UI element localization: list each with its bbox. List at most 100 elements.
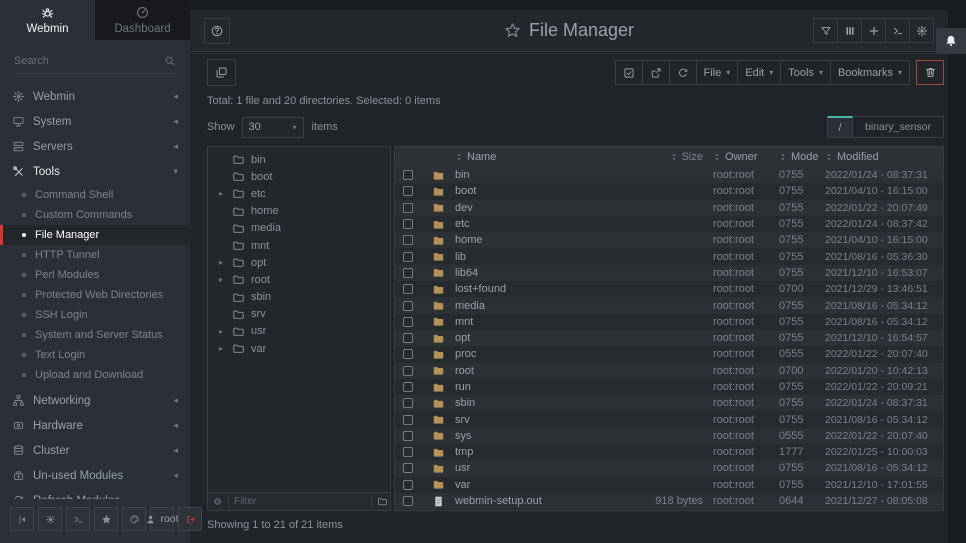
file-name[interactable]: lost+found	[455, 283, 613, 295]
row-checkbox[interactable]	[403, 447, 413, 457]
menu-tools[interactable]: Tools▾	[780, 60, 831, 85]
sidebar-item-servers[interactable]: Servers◂	[0, 134, 190, 159]
user-button[interactable]: root	[150, 507, 174, 531]
row-checkbox[interactable]	[403, 415, 413, 425]
caret-right-icon[interactable]: ▸	[216, 275, 226, 284]
row-checkbox[interactable]	[403, 317, 413, 327]
table-row[interactable]: usrroot:root07552021/08/16 - 05:34:12	[395, 460, 943, 476]
notifications-button[interactable]	[936, 28, 966, 54]
tab-webmin[interactable]: Webmin	[0, 0, 95, 40]
column-header-size[interactable]: Size	[613, 151, 713, 163]
file-name[interactable]: run	[455, 381, 613, 393]
funnel-button[interactable]	[813, 18, 838, 43]
file-name[interactable]: etc	[455, 218, 613, 230]
file-name[interactable]: opt	[455, 332, 613, 344]
file-name[interactable]: var	[455, 479, 613, 491]
table-row[interactable]: sbinroot:root07552022/01/24 - 08:37:31	[395, 395, 943, 411]
refresh-button[interactable]	[669, 60, 697, 85]
file-name[interactable]: root	[455, 365, 613, 377]
clear-filter-icon[interactable]	[212, 496, 223, 507]
sidebar-item-cluster[interactable]: Cluster◂	[0, 438, 190, 463]
file-name[interactable]: boot	[455, 185, 613, 197]
row-checkbox[interactable]	[403, 235, 413, 245]
row-checkbox[interactable]	[403, 268, 413, 278]
menu-edit[interactable]: Edit▾	[737, 60, 781, 85]
column-header-modified[interactable]: Modified	[825, 151, 943, 163]
file-name[interactable]: lib	[455, 251, 613, 263]
file-name[interactable]: usr	[455, 462, 613, 474]
row-checkbox[interactable]	[403, 203, 413, 213]
sidebar-item-system[interactable]: System◂	[0, 109, 190, 134]
row-checkbox[interactable]	[403, 480, 413, 490]
sidebar-item-un-used-modules[interactable]: Un-used Modules◂	[0, 463, 190, 488]
search-input[interactable]	[14, 55, 164, 67]
table-row[interactable]: procroot:root05552022/01/22 - 20:07:40	[395, 346, 943, 362]
tree-item-etc[interactable]: ▸etc	[208, 185, 390, 202]
caret-right-icon[interactable]: ▸	[216, 189, 226, 198]
per-page-select[interactable]: 30 ▾	[242, 117, 304, 138]
column-header-owner[interactable]: Owner	[713, 151, 779, 163]
sidebar-item-refresh-modules[interactable]: Refresh Modules	[0, 488, 190, 499]
table-row[interactable]: homeroot:root07552021/04/10 - 16:15:00	[395, 232, 943, 248]
table-row[interactable]: mediaroot:root07552021/08/16 - 05:34:12	[395, 297, 943, 313]
logout-button[interactable]	[178, 507, 202, 531]
table-row[interactable]: webmin-setup.out918 bytesroot:root064420…	[395, 493, 943, 509]
duplicate-tab-button[interactable]	[207, 59, 236, 86]
table-row[interactable]: tmproot:root17772022/01/25 - 10:00:03	[395, 444, 943, 460]
table-row[interactable]: srvroot:root07552021/08/16 - 05:34:12	[395, 411, 943, 427]
palette-button[interactable]	[122, 507, 146, 531]
table-row[interactable]: optroot:root07552021/12/10 - 16:54:57	[395, 330, 943, 346]
folder-toggle-icon[interactable]	[371, 496, 388, 507]
file-name[interactable]: lib64	[455, 267, 613, 279]
plus-button[interactable]	[861, 18, 886, 43]
select-button[interactable]	[615, 60, 643, 85]
row-checkbox[interactable]	[403, 186, 413, 196]
table-row[interactable]: libroot:root07552021/08/16 - 05:36:30	[395, 248, 943, 264]
column-header-mode[interactable]: Mode	[779, 151, 825, 163]
row-checkbox[interactable]	[403, 170, 413, 180]
sidebar-subitem-file-manager[interactable]: File Manager	[0, 225, 190, 245]
file-name[interactable]: proc	[455, 348, 613, 360]
row-checkbox[interactable]	[403, 252, 413, 262]
sidebar-item-hardware[interactable]: Hardware◂	[0, 413, 190, 438]
file-name[interactable]: sys	[455, 430, 613, 442]
tab-dashboard[interactable]: Dashboard	[95, 0, 190, 40]
table-row[interactable]: runroot:root07552022/01/22 - 20:09:21	[395, 379, 943, 395]
sidebar-subitem-system-and-server-status[interactable]: System and Server Status	[0, 325, 190, 345]
table-row[interactable]: devroot:root07552022/01/22 - 20:07:49	[395, 200, 943, 216]
terminal-button[interactable]	[885, 18, 910, 43]
breadcrumb-current[interactable]: binary_sensor	[853, 116, 944, 138]
terminal-button[interactable]	[66, 507, 90, 531]
table-row[interactable]: rootroot:root07002022/01/20 - 10:42:13	[395, 363, 943, 379]
menu-file[interactable]: File▾	[696, 60, 739, 85]
table-row[interactable]: lost+foundroot:root07002021/12/29 - 13:4…	[395, 281, 943, 297]
tree-item-home[interactable]: home	[208, 203, 390, 220]
sidebar-subitem-upload-and-download[interactable]: Upload and Download	[0, 365, 190, 385]
row-checkbox[interactable]	[403, 366, 413, 376]
sidebar-subitem-ssh-login[interactable]: SSH Login	[0, 305, 190, 325]
share-button[interactable]	[642, 60, 670, 85]
file-name[interactable]: tmp	[455, 446, 613, 458]
row-checkbox[interactable]	[403, 284, 413, 294]
sidebar-item-tools[interactable]: Tools▾	[0, 159, 190, 184]
sidebar-subitem-text-login[interactable]: Text Login	[0, 345, 190, 365]
file-name[interactable]: sbin	[455, 397, 613, 409]
file-name[interactable]: dev	[455, 202, 613, 214]
tree-item-opt[interactable]: ▸opt	[208, 254, 390, 271]
tree-item-sbin[interactable]: sbin	[208, 289, 390, 306]
columns-button[interactable]	[837, 18, 862, 43]
row-checkbox[interactable]	[403, 219, 413, 229]
gear-button[interactable]	[909, 18, 934, 43]
table-row[interactable]: etcroot:root07552022/01/24 - 08:37:42	[395, 216, 943, 232]
sidebar-subitem-http-tunnel[interactable]: HTTP Tunnel	[0, 245, 190, 265]
tree-item-media[interactable]: media	[208, 220, 390, 237]
tree-item-root[interactable]: ▸root	[208, 271, 390, 288]
table-row[interactable]: binroot:root07552022/01/24 - 08:37:31	[395, 167, 943, 183]
caret-right-icon[interactable]: ▸	[216, 344, 226, 353]
row-checkbox[interactable]	[403, 463, 413, 473]
sun-button[interactable]	[38, 507, 62, 531]
table-row[interactable]: bootroot:root07552021/04/10 - 16:15:00	[395, 183, 943, 199]
trash-button[interactable]	[916, 60, 944, 85]
sidebar-subitem-perl-modules[interactable]: Perl Modules	[0, 265, 190, 285]
row-checkbox[interactable]	[403, 349, 413, 359]
